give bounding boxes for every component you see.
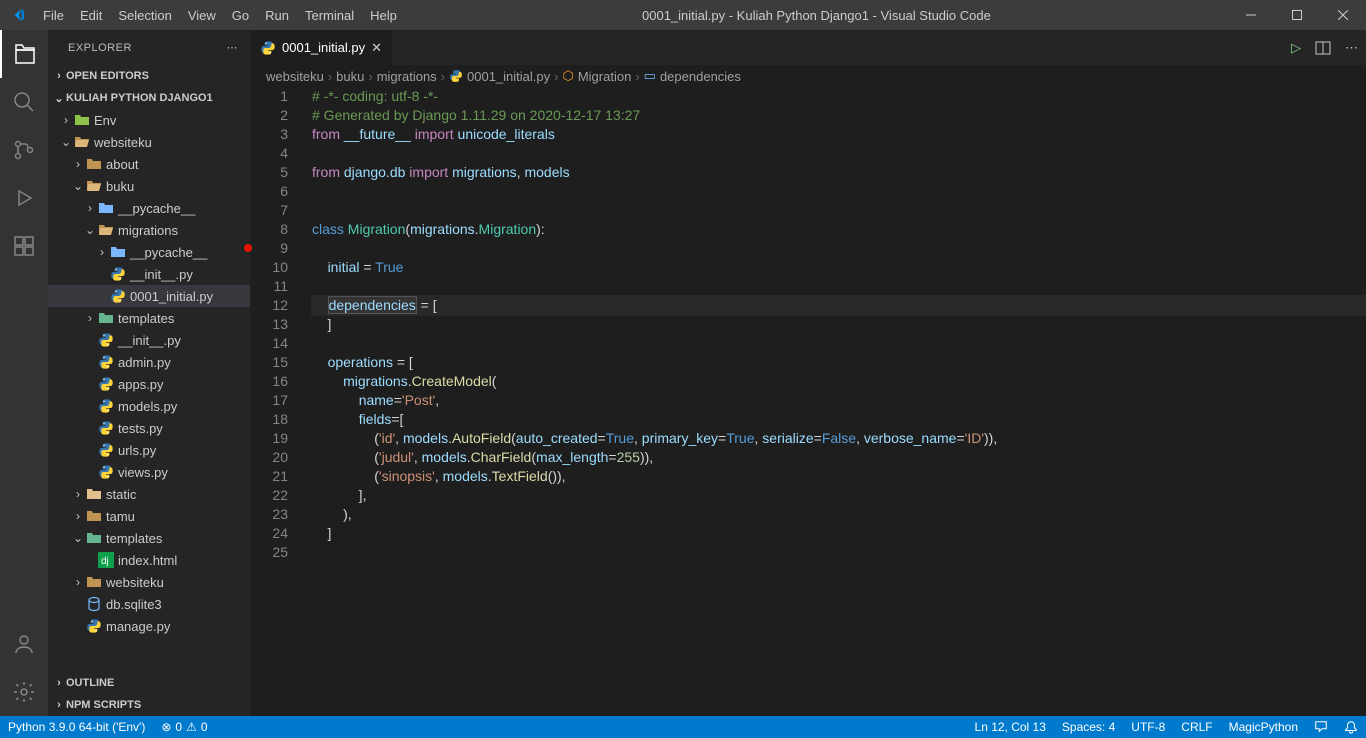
maximize-button[interactable]: [1274, 0, 1320, 30]
menu-go[interactable]: Go: [224, 0, 257, 30]
activity-run-debug[interactable]: [0, 174, 48, 222]
run-button[interactable]: ▷: [1291, 40, 1301, 56]
tree-item[interactable]: ⌄templates: [48, 527, 250, 549]
menu-terminal[interactable]: Terminal: [297, 0, 362, 30]
tree-item[interactable]: 0001_initial.py: [48, 285, 250, 307]
tree-item[interactable]: urls.py: [48, 439, 250, 461]
section-open-editors[interactable]: ›OPEN EDITORS: [48, 65, 250, 87]
svg-text:dj: dj: [101, 556, 109, 567]
tabs: 0001_initial.py ✕ ▷ ⋯: [250, 30, 1366, 65]
code-area[interactable]: 1234567891011121314151617181920212223242…: [250, 87, 1366, 716]
status-ln-col[interactable]: Ln 12, Col 13: [967, 716, 1054, 738]
tree-item[interactable]: ›websiteku: [48, 571, 250, 593]
breakpoint-icon[interactable]: [244, 244, 252, 252]
menu-bar: File Edit Selection View Go Run Terminal…: [35, 0, 405, 30]
status-python[interactable]: Python 3.9.0 64-bit ('Env'): [0, 716, 153, 738]
section-project[interactable]: ⌄KULIAH PYTHON DJANGO1: [48, 87, 250, 109]
warning-icon: ⚠: [186, 720, 197, 734]
title-bar: File Edit Selection View Go Run Terminal…: [0, 0, 1366, 30]
tree-item[interactable]: admin.py: [48, 351, 250, 373]
sidebar-title: EXPLORER ⋯: [48, 30, 250, 65]
sidebar-more-icon[interactable]: ⋯: [227, 41, 239, 54]
status-eol[interactable]: CRLF: [1173, 716, 1220, 738]
status-bell-icon[interactable]: [1336, 716, 1366, 738]
crumb-websiteku[interactable]: websiteku: [266, 69, 324, 84]
tree-item[interactable]: ›Env: [48, 109, 250, 131]
tree-item[interactable]: ⌄websiteku: [48, 131, 250, 153]
activity-bar: [0, 30, 48, 716]
minimize-button[interactable]: [1228, 0, 1274, 30]
app-icon: [0, 7, 35, 23]
crumb-buku[interactable]: buku: [336, 69, 364, 84]
menu-help[interactable]: Help: [362, 0, 405, 30]
status-encoding[interactable]: UTF-8: [1123, 716, 1173, 738]
activity-explorer[interactable]: [0, 30, 48, 78]
status-spaces[interactable]: Spaces: 4: [1054, 716, 1123, 738]
error-icon: ⊗: [161, 720, 171, 734]
tree-item[interactable]: djindex.html: [48, 549, 250, 571]
tree-item[interactable]: ›__pycache__: [48, 197, 250, 219]
tree-item[interactable]: __init__.py: [48, 329, 250, 351]
crumb-file[interactable]: 0001_initial.py: [449, 69, 550, 84]
more-actions-icon[interactable]: ⋯: [1345, 40, 1358, 56]
status-feedback-icon[interactable]: [1306, 716, 1336, 738]
tree-item[interactable]: db.sqlite3: [48, 593, 250, 615]
tree-item[interactable]: models.py: [48, 395, 250, 417]
menu-selection[interactable]: Selection: [110, 0, 179, 30]
activity-source-control[interactable]: [0, 126, 48, 174]
file-tree: ›Env⌄websiteku›about⌄buku›__pycache__⌄mi…: [48, 109, 250, 672]
section-npm[interactable]: ›NPM SCRIPTS: [48, 694, 250, 716]
section-outline[interactable]: ›OUTLINE: [48, 672, 250, 694]
close-button[interactable]: [1320, 0, 1366, 30]
tree-item[interactable]: ⌄migrations: [48, 219, 250, 241]
window-title: 0001_initial.py - Kuliah Python Django1 …: [405, 8, 1228, 23]
tree-item[interactable]: apps.py: [48, 373, 250, 395]
tree-item[interactable]: ›templates: [48, 307, 250, 329]
python-icon: [260, 40, 276, 56]
crumb-migrations[interactable]: migrations: [377, 69, 437, 84]
tree-item[interactable]: __init__.py: [48, 263, 250, 285]
breadcrumbs[interactable]: websiteku› buku› migrations› 0001_initia…: [250, 65, 1366, 87]
activity-extensions[interactable]: [0, 222, 48, 270]
tab-label: 0001_initial.py: [282, 40, 365, 55]
tab-close-icon[interactable]: ✕: [371, 40, 382, 56]
tree-item[interactable]: ›static: [48, 483, 250, 505]
tab-0001-initial[interactable]: 0001_initial.py ✕: [250, 30, 393, 65]
tree-item[interactable]: views.py: [48, 461, 250, 483]
tree-item[interactable]: manage.py: [48, 615, 250, 637]
code-content[interactable]: # -*- coding: utf-8 -*-# Generated by Dj…: [300, 87, 1366, 716]
tree-item[interactable]: ›about: [48, 153, 250, 175]
status-problems[interactable]: ⊗0 ⚠0: [153, 716, 215, 738]
sidebar: EXPLORER ⋯ ›OPEN EDITORS ⌄KULIAH PYTHON …: [48, 30, 250, 716]
activity-settings[interactable]: [0, 668, 48, 716]
tree-item[interactable]: ⌄buku: [48, 175, 250, 197]
crumb-member[interactable]: ▭ dependencies: [644, 68, 741, 84]
tree-item[interactable]: ›tamu: [48, 505, 250, 527]
status-lang[interactable]: MagicPython: [1221, 716, 1306, 738]
activity-search[interactable]: [0, 78, 48, 126]
crumb-class[interactable]: ⬡ Migration: [562, 68, 631, 84]
split-editor-icon[interactable]: [1315, 40, 1331, 56]
activity-accounts[interactable]: [0, 620, 48, 668]
menu-file[interactable]: File: [35, 0, 72, 30]
menu-edit[interactable]: Edit: [72, 0, 110, 30]
gutter[interactable]: 1234567891011121314151617181920212223242…: [250, 87, 300, 716]
editor: 0001_initial.py ✕ ▷ ⋯ websiteku› buku› m…: [250, 30, 1366, 716]
menu-view[interactable]: View: [180, 0, 224, 30]
status-bar: Python 3.9.0 64-bit ('Env') ⊗0 ⚠0 Ln 12,…: [0, 716, 1366, 738]
tree-item[interactable]: tests.py: [48, 417, 250, 439]
menu-run[interactable]: Run: [257, 0, 297, 30]
tree-item[interactable]: ›__pycache__: [48, 241, 250, 263]
